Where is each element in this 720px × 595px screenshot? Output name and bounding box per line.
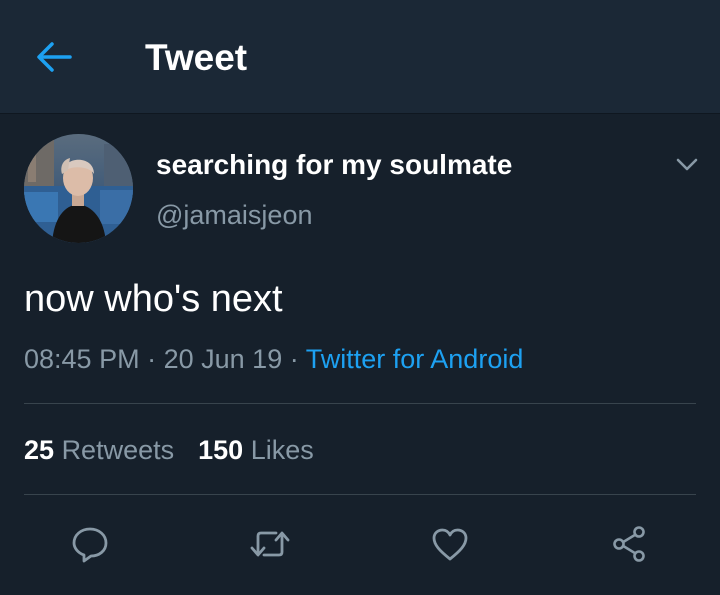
meta-separator: · <box>289 344 299 374</box>
avatar[interactable] <box>24 134 133 243</box>
retweet-icon <box>250 531 290 557</box>
share-icon <box>613 526 645 562</box>
tweet-source-link[interactable]: Twitter for Android <box>306 344 524 374</box>
tweet-date: 20 Jun 19 <box>163 344 283 374</box>
likes-stat[interactable]: 150 Likes <box>198 431 314 469</box>
divider <box>24 494 696 495</box>
retweets-count: 25 <box>24 435 55 465</box>
share-button[interactable] <box>607 522 651 566</box>
back-button[interactable] <box>30 36 78 78</box>
retweets-label: Retweets <box>61 435 175 465</box>
like-button[interactable] <box>428 522 472 566</box>
tweet-time: 08:45 PM <box>24 344 140 374</box>
like-heart-icon <box>432 528 468 561</box>
likes-label: Likes <box>250 435 314 465</box>
tweet-stats: 25 Retweets 150 Likes <box>24 431 314 469</box>
likes-count: 150 <box>198 435 244 465</box>
divider <box>24 403 696 404</box>
author-handle[interactable]: @jamaisjeon <box>156 197 312 233</box>
profile-photo <box>24 134 133 243</box>
reply-button[interactable] <box>68 522 112 566</box>
tweet-text: now who's next <box>24 278 283 320</box>
reply-icon <box>72 527 108 563</box>
top-app-bar: Tweet <box>0 0 720 114</box>
retweets-stat[interactable]: 25 Retweets <box>24 431 174 469</box>
meta-separator: · <box>147 344 157 374</box>
tweet-metadata: 08:45 PM · 20 Jun 19 · Twitter for Andro… <box>24 340 523 378</box>
chevron-down-icon <box>676 158 698 171</box>
tweet-options-button[interactable] <box>668 148 706 182</box>
author-display-name[interactable]: searching for my soulmate <box>156 147 512 183</box>
arrow-left-icon <box>37 42 72 72</box>
retweet-button[interactable] <box>248 522 292 566</box>
page-title: Tweet <box>145 37 248 78</box>
